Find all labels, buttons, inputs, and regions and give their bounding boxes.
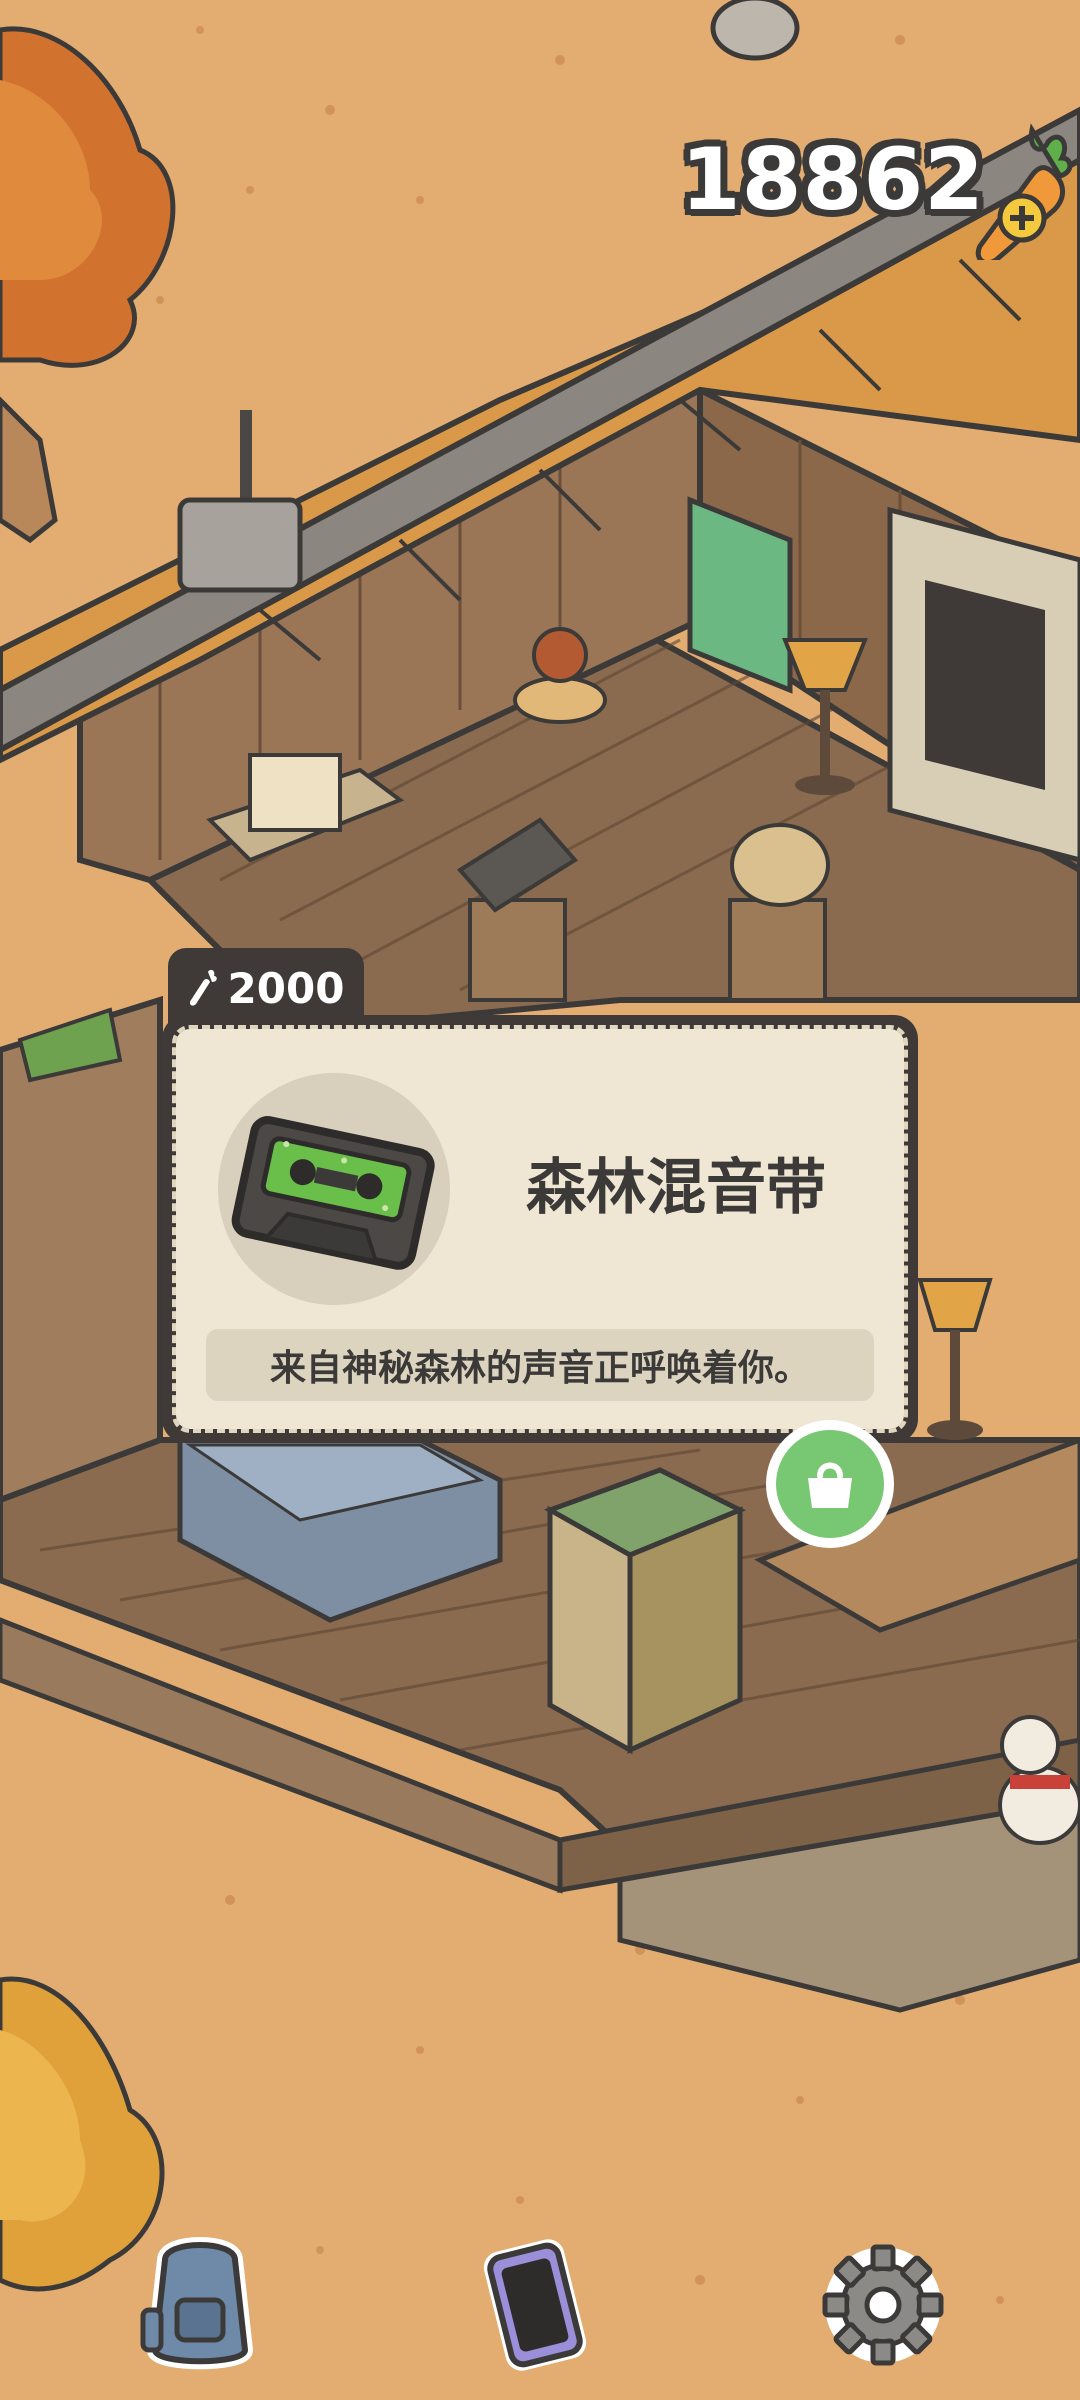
- shopping-bag-icon: [808, 1462, 852, 1508]
- item-description: 来自神秘森林的声音正呼唤着你。: [206, 1329, 874, 1401]
- buy-button[interactable]: [766, 1420, 894, 1548]
- buy-button-inner: [776, 1430, 884, 1538]
- carrot-icon: [189, 969, 217, 1006]
- item-popup[interactable]: 森林混音带 来自神秘森林的声音正呼唤着你。: [162, 1015, 918, 1443]
- item-image-frame: [218, 1073, 450, 1305]
- item-popup-body: 森林混音带 来自神秘森林的声音正呼唤着你。: [172, 1025, 908, 1433]
- price-value: 2000: [227, 963, 345, 1013]
- cassette-tape-icon: [231, 1116, 435, 1270]
- item-name: 森林混音带: [526, 1153, 826, 1223]
- carrot-counter: 18862: [680, 130, 985, 230]
- backpack-icon[interactable]: [125, 2230, 275, 2380]
- carrot-plus-icon[interactable]: [970, 120, 1080, 260]
- phone-icon[interactable]: [460, 2230, 610, 2380]
- gear-icon[interactable]: [808, 2230, 958, 2380]
